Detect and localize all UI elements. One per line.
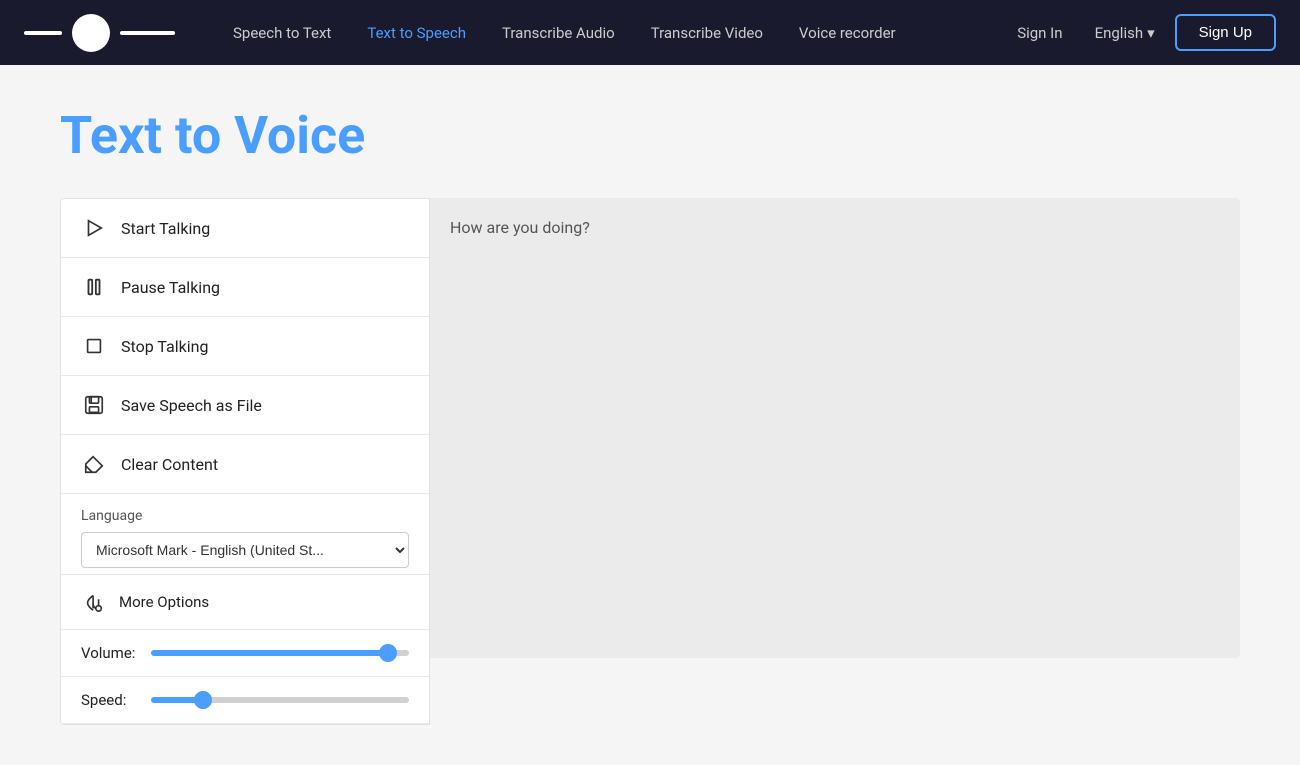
sign-up-button[interactable]: Sign Up: [1175, 14, 1276, 51]
more-options-label: More Options: [119, 593, 209, 611]
language-selector[interactable]: English ▾: [1083, 24, 1167, 42]
save-speech-label: Save Speech as File: [121, 396, 262, 415]
eraser-icon: [81, 451, 107, 477]
language-section: Language Microsoft Mark - English (Unite…: [61, 494, 429, 575]
volume-label: Volume:: [81, 644, 139, 662]
main-content: Text to Voice Start Talking: [0, 65, 1300, 765]
nav-links: Speech to Text Text to Speech Transcribe…: [215, 0, 1005, 65]
speed-slider[interactable]: [151, 697, 409, 703]
stop-talking-label: Stop Talking: [121, 337, 208, 356]
clear-content-label: Clear Content: [121, 455, 218, 474]
language-label: English: [1095, 24, 1144, 42]
nav-right: Sign In English ▾ Sign Up: [1005, 14, 1276, 51]
chevron-down-icon: ▾: [1147, 24, 1155, 42]
logo-line-left: [24, 31, 62, 35]
sign-in-link[interactable]: Sign In: [1005, 24, 1074, 42]
stop-icon: [81, 333, 107, 359]
language-select[interactable]: Microsoft Mark - English (United St...: [81, 532, 409, 568]
volume-slider[interactable]: [151, 650, 409, 656]
start-talking-label: Start Talking: [121, 219, 210, 238]
settings-sound-icon: [81, 589, 107, 615]
more-options-button[interactable]: More Options: [61, 575, 429, 630]
sidebar: Start Talking Pause Talking Stop Ta: [60, 198, 430, 725]
logo-circle: [72, 14, 110, 52]
speed-label: Speed:: [81, 691, 139, 709]
nav-link-transcribe-video[interactable]: Transcribe Video: [633, 0, 781, 65]
page-title: Text to Voice: [60, 105, 1240, 166]
nav-link-transcribe-audio[interactable]: Transcribe Audio: [484, 0, 633, 65]
nav-link-speech-to-text[interactable]: Speech to Text: [215, 0, 349, 65]
nav-link-text-to-speech[interactable]: Text to Speech: [349, 0, 484, 65]
text-area-content: How are you doing?: [450, 218, 590, 237]
speed-section: Speed:: [61, 677, 429, 724]
pause-icon: [81, 274, 107, 300]
text-area[interactable]: How are you doing?: [430, 198, 1240, 658]
play-icon: [81, 215, 107, 241]
save-icon: [81, 392, 107, 418]
save-speech-button[interactable]: Save Speech as File: [61, 376, 429, 435]
pause-talking-label: Pause Talking: [121, 278, 220, 297]
navigation: Speech to Text Text to Speech Transcribe…: [0, 0, 1300, 65]
nav-link-voice-recorder[interactable]: Voice recorder: [781, 0, 914, 65]
logo-line-right: [120, 31, 175, 35]
language-section-label: Language: [81, 508, 409, 524]
stop-talking-button[interactable]: Stop Talking: [61, 317, 429, 376]
volume-section: Volume:: [61, 630, 429, 677]
logo: [24, 14, 175, 52]
clear-content-button[interactable]: Clear Content: [61, 435, 429, 494]
content-layout: Start Talking Pause Talking Stop Ta: [60, 198, 1240, 725]
pause-talking-button[interactable]: Pause Talking: [61, 258, 429, 317]
start-talking-button[interactable]: Start Talking: [61, 199, 429, 258]
